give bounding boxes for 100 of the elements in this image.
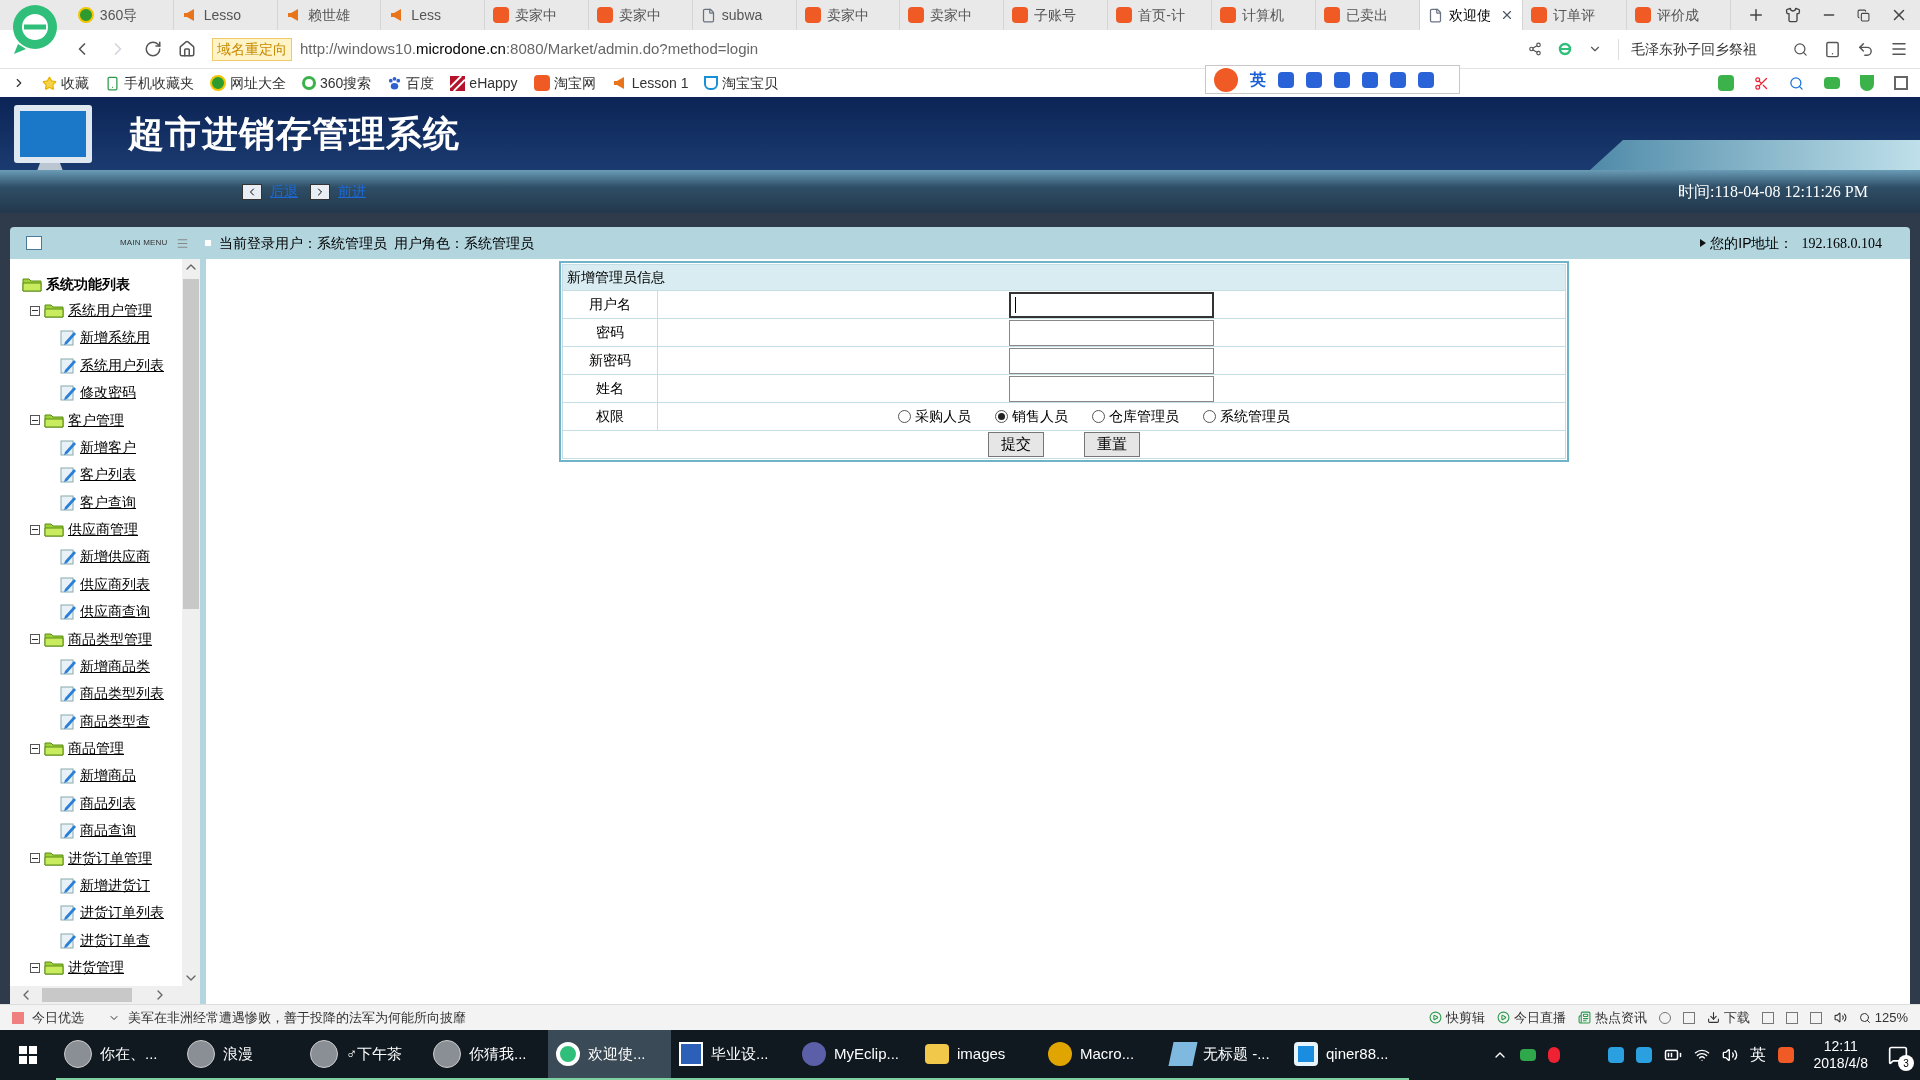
- tray-app-icon[interactable]: [1635, 1047, 1652, 1063]
- reload-icon[interactable]: [144, 40, 162, 58]
- status-label[interactable]: 热点资讯: [1594, 1007, 1647, 1028]
- menu-icon[interactable]: [1890, 40, 1908, 58]
- tree-link[interactable]: 供应商列表: [80, 573, 150, 595]
- tablet-icon[interactable]: [1824, 40, 1841, 58]
- tree-link[interactable]: 新增商品: [80, 765, 136, 787]
- bookmark-link[interactable]: 360搜索: [302, 72, 372, 94]
- tree-link[interactable]: 客户查询: [80, 491, 136, 513]
- apps-icon[interactable]: [1894, 76, 1908, 90]
- ime-toolbar[interactable]: 英: [1205, 65, 1460, 94]
- search-icon[interactable]: [1793, 41, 1808, 57]
- home-icon[interactable]: [178, 40, 196, 58]
- collapse-icon[interactable]: [30, 853, 40, 863]
- bookmark-link[interactable]: Lesson 1: [611, 72, 689, 94]
- taskbar-button[interactable]: Macro...: [1040, 1030, 1163, 1080]
- search-field[interactable]: 毛泽东孙子回乡祭祖: [1618, 38, 1808, 60]
- tree-link[interactable]: 客户列表: [80, 464, 136, 486]
- tray-app-icon[interactable]: [1519, 1049, 1536, 1061]
- taskbar-button[interactable]: images: [917, 1030, 1040, 1080]
- restore-icon[interactable]: [1857, 8, 1871, 22]
- shield-icon[interactable]: [1860, 75, 1874, 91]
- news-link[interactable]: 美军在非洲经常遭遇惨败，善于投降的法军为何能所向披靡: [128, 1007, 466, 1028]
- status-link[interactable]: 热点资讯: [1577, 1007, 1647, 1028]
- tree-link[interactable]: 新增系统用: [80, 327, 150, 349]
- taskbar-button[interactable]: 毕业设...: [671, 1030, 794, 1080]
- skin-icon[interactable]: [1785, 7, 1802, 23]
- tree-group[interactable]: 进货管理: [68, 957, 124, 978]
- share-icon[interactable]: [1528, 42, 1542, 56]
- clock[interactable]: 12:11 2018/4/8: [1805, 1037, 1876, 1073]
- tree-link[interactable]: 新增客户: [80, 436, 136, 458]
- tree-link[interactable]: 进货订单查: [80, 929, 150, 951]
- tree-link[interactable]: 商品类型列表: [80, 683, 164, 705]
- bookmark-link[interactable]: 百度: [387, 72, 435, 94]
- ime-tool-icon[interactable]: [1278, 71, 1294, 88]
- form-button[interactable]: 重置: [1084, 432, 1140, 457]
- form-button[interactable]: 提交: [988, 432, 1044, 457]
- tree-link[interactable]: 修改密码: [80, 382, 136, 404]
- collapse-icon[interactable]: [30, 524, 40, 535]
- taskbar-button[interactable]: qiner88...: [1286, 1030, 1409, 1080]
- text-input[interactable]: [1009, 347, 1214, 374]
- ime-tool-icon[interactable]: [1362, 71, 1378, 88]
- url-text[interactable]: http://windows10.microdone.cn:8080/Market/admin.do?method=login: [300, 37, 759, 61]
- panel-icon[interactable]: [26, 236, 42, 250]
- sogou-tray-icon[interactable]: [1777, 1047, 1794, 1063]
- volume-icon[interactable]: [1721, 1047, 1738, 1063]
- start-button[interactable]: [19, 1046, 37, 1064]
- text-input[interactable]: [1009, 291, 1214, 318]
- status-link[interactable]: 今日直播: [1496, 1007, 1566, 1028]
- bookmark-link[interactable]: eHappy: [450, 72, 518, 94]
- tree-group[interactable]: 进货订单管理: [68, 847, 152, 869]
- tree-link[interactable]: 新增进货订: [80, 874, 150, 896]
- status-link[interactable]: 今日优选: [32, 1007, 84, 1028]
- ime-tool-icon[interactable]: [1306, 71, 1322, 88]
- collapse-icon[interactable]: [30, 415, 40, 425]
- bookmark-link[interactable]: 淘宝网: [533, 72, 596, 94]
- ime-mode[interactable]: 英: [1250, 67, 1266, 92]
- tree-link[interactable]: 系统用户列表: [80, 354, 164, 376]
- tree-group[interactable]: 商品管理: [68, 738, 124, 759]
- status-tool-icon[interactable]: [1682, 1011, 1695, 1024]
- volume-icon[interactable]: [1833, 1011, 1847, 1024]
- text-input[interactable]: [1009, 319, 1214, 346]
- tree-root[interactable]: 系统功能列表: [46, 273, 130, 295]
- collapse-icon[interactable]: [30, 962, 40, 973]
- bookmark-link[interactable]: 收藏: [42, 72, 89, 94]
- taskbar-button[interactable]: 无标题 -...: [1163, 1030, 1286, 1080]
- ime-tool-icon[interactable]: [1390, 71, 1406, 88]
- search-icon[interactable]: [1789, 75, 1804, 91]
- wifi-icon[interactable]: [1693, 1047, 1710, 1063]
- download-link[interactable]: 下载: [1723, 1007, 1750, 1028]
- taskbar-button[interactable]: MyEclip...: [794, 1030, 917, 1080]
- role-radio[interactable]: 采购人员: [898, 406, 971, 427]
- tree-link[interactable]: 新增供应商: [80, 546, 150, 568]
- tray-app-icon[interactable]: [1547, 1047, 1560, 1063]
- status-tool-icon[interactable]: [1761, 1011, 1774, 1024]
- tree-link[interactable]: 商品查询: [80, 820, 136, 842]
- tree-link[interactable]: 商品类型查: [80, 710, 150, 732]
- bookmark-link[interactable]: 手机收藏夹: [105, 72, 194, 94]
- role-radio[interactable]: 系统管理员: [1203, 406, 1290, 427]
- taskbar-button[interactable]: 欢迎使...: [548, 1030, 671, 1080]
- collapse-icon[interactable]: [30, 743, 40, 754]
- text-input[interactable]: [1009, 375, 1214, 402]
- tree-group[interactable]: 系统用户管理: [68, 300, 152, 321]
- status-link[interactable]: 快剪辑: [1428, 1007, 1485, 1028]
- tree-link[interactable]: 进货订单列表: [80, 902, 164, 924]
- taskbar-button[interactable]: 你在、...: [56, 1030, 179, 1080]
- undo-icon[interactable]: [1857, 40, 1874, 58]
- zoom-level[interactable]: 125%: [1874, 1007, 1908, 1028]
- status-tool-icon[interactable]: [1809, 1011, 1822, 1024]
- role-radio[interactable]: 销售人员: [995, 406, 1068, 427]
- taskbar-button[interactable]: ♂下午茶: [302, 1030, 425, 1080]
- tree-link[interactable]: 新增商品类: [80, 655, 150, 677]
- status-tool-icon[interactable]: [1785, 1011, 1798, 1024]
- vertical-scrollbar[interactable]: [182, 259, 200, 986]
- ime-tool-icon[interactable]: [1334, 71, 1350, 88]
- bookmark-link[interactable]: 网址大全: [210, 72, 286, 94]
- tray-app-icon[interactable]: [1607, 1047, 1624, 1063]
- tree-group[interactable]: 客户管理: [68, 409, 124, 431]
- taskbar-button[interactable]: 浪漫: [179, 1030, 302, 1080]
- bookmark-link[interactable]: 淘宝宝贝: [704, 72, 779, 94]
